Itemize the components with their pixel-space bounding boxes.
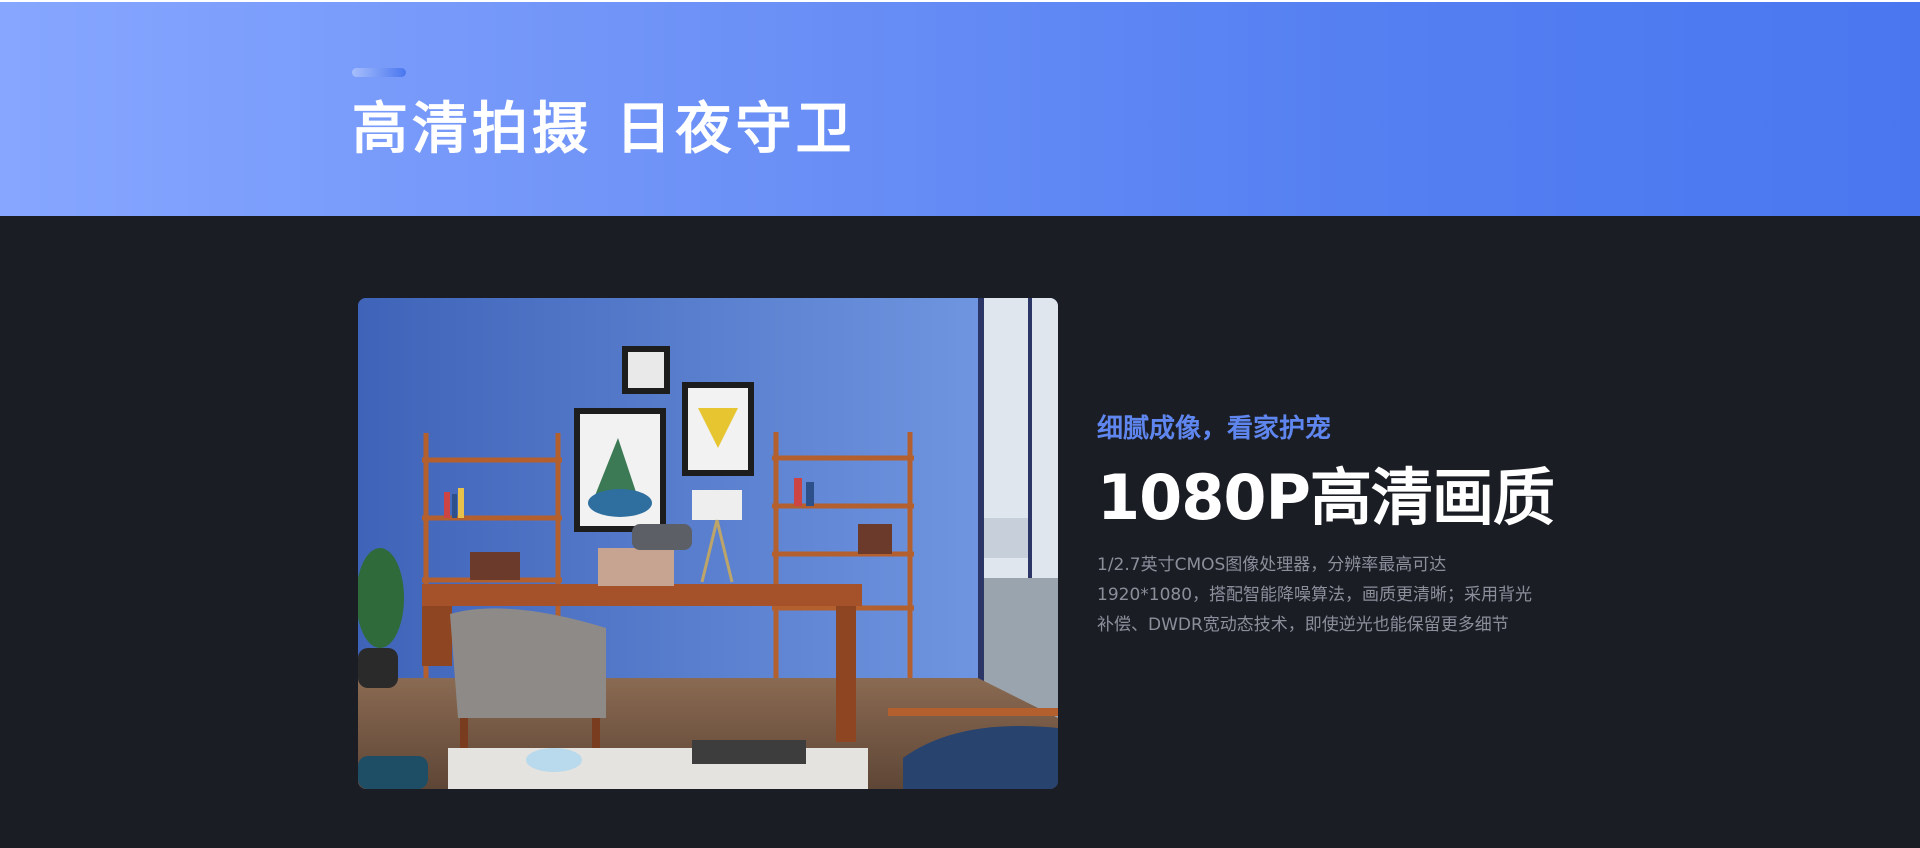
feature-kicker: 细腻成像，看家护宠: [1097, 414, 1332, 444]
room-photo: [358, 298, 1058, 789]
description-line: 1920*1080，搭配智能降噪算法，画质更清晰；采用背光: [1097, 585, 1533, 605]
feature-info: 细腻成像，看家护宠 1080P高清画质 1/2.7英寸CMOS图像处理器，分辨率…: [1097, 412, 1567, 640]
banner-title: 高清拍摄 日夜守卫: [352, 97, 856, 162]
hero-banner: 高清拍摄 日夜守卫: [0, 0, 1920, 216]
accent-bar: [352, 68, 406, 77]
description-line: 补偿、DWDR宽动态技术，即使逆光也能保留更多细节: [1097, 615, 1509, 635]
feature-heading: 1080P高清画质: [1097, 461, 1555, 534]
feature-description: 1/2.7英寸CMOS图像处理器，分辨率最高可达 1920*1080，搭配智能降…: [1097, 550, 1567, 640]
feature-section: 细腻成像，看家护宠 1080P高清画质 1/2.7英寸CMOS图像处理器，分辨率…: [0, 216, 1920, 848]
description-line: 1/2.7英寸CMOS图像处理器，分辨率最高可达: [1097, 555, 1447, 575]
